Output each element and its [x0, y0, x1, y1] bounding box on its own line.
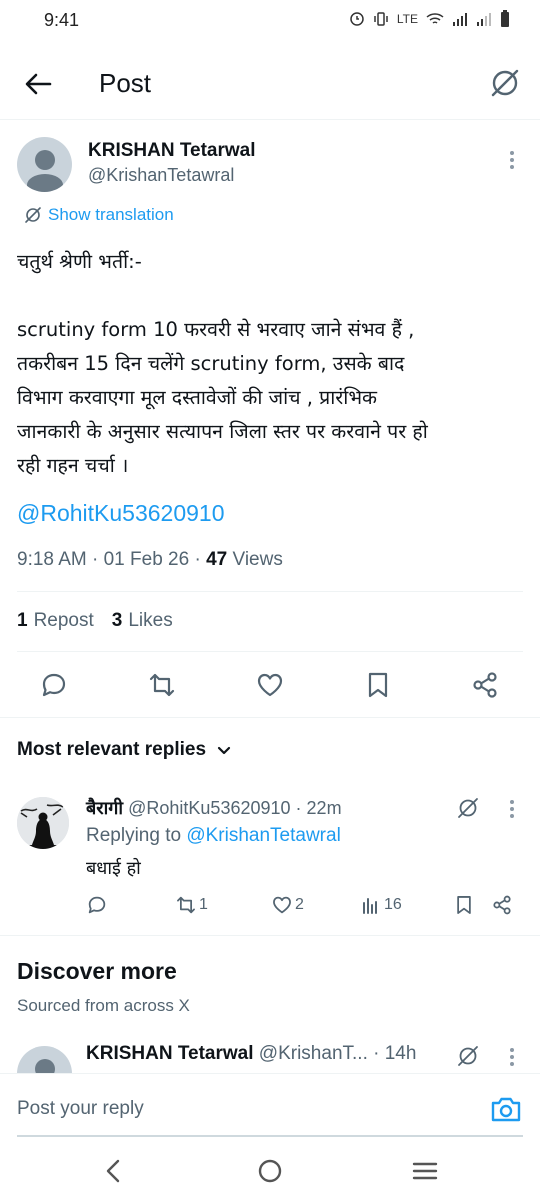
page-title: Post — [99, 68, 152, 98]
author-handle[interactable]: @KrishanTetawral — [88, 165, 234, 186]
like-icon — [273, 896, 291, 914]
app-header: Post — [0, 46, 540, 120]
wifi-icon — [426, 13, 444, 24]
post-line: चतुर्थ श्रेणी भर्ती:- — [17, 250, 142, 273]
next-post-author-handle[interactable]: @KrishanT... — [259, 1043, 368, 1064]
show-translation-label: Show translation — [48, 205, 174, 224]
divider — [17, 651, 523, 652]
author-avatar[interactable] — [17, 137, 72, 192]
discover-subtitle: Sourced from across X — [17, 996, 190, 1015]
signal-icon — [453, 13, 467, 26]
next-post-grok-icon[interactable] — [456, 1044, 480, 1068]
chevron-down-icon — [217, 746, 231, 755]
reply-icon[interactable] — [39, 670, 69, 700]
repost-icon — [177, 896, 195, 914]
post-meta: 9:18 AM · 01 Feb 26 · 47 Views — [17, 549, 283, 570]
reply-age: 22m — [306, 798, 342, 818]
views-count: 47 — [206, 549, 228, 570]
post-more-options-icon[interactable] — [509, 151, 515, 172]
next-post-author-name[interactable]: KRISHAN Tetarwal — [86, 1043, 254, 1064]
post-time: 9:18 AM — [17, 549, 87, 570]
battery-icon — [501, 10, 509, 27]
post-line: जानकारी के अनुसार सत्यापन जिला स्तर पर क… — [17, 420, 428, 443]
replies-sort-dropdown[interactable]: Most relevant replies — [17, 739, 232, 761]
post-line: विभाग करवाएगा मूल दस्तावेजों की जांच , प… — [17, 386, 378, 409]
reply-reply-button[interactable] — [86, 894, 108, 916]
alarm-icon — [350, 12, 364, 26]
reply-repost-button[interactable]: 1 — [175, 894, 208, 916]
back-arrow-icon[interactable] — [22, 68, 54, 100]
reply-grok-icon[interactable] — [456, 796, 480, 820]
likes-count: 3 — [111, 610, 123, 631]
nav-back-icon[interactable] — [98, 1155, 130, 1187]
post-line: scrutiny form 10 फरवरी से भरवाए जाने संभ… — [17, 318, 415, 341]
post-mention-link[interactable]: @RohitKu53620910 — [17, 500, 225, 527]
reposts-stat[interactable]: 1 Repost — [17, 610, 94, 632]
like-icon[interactable] — [255, 670, 285, 700]
nav-home-icon[interactable] — [254, 1155, 286, 1187]
post-line: तकरीबन 15 दिन चलेंगे scrutiny form, उसके… — [17, 352, 405, 375]
next-post-age: 14h — [384, 1043, 417, 1064]
reply-icon — [88, 896, 106, 914]
section-divider — [0, 935, 540, 936]
signal-icon-2 — [477, 13, 491, 26]
replying-prefix: Replying to — [86, 825, 182, 846]
reply-author-name[interactable]: बैरागी — [86, 798, 123, 819]
post-date: 01 Feb 26 — [103, 549, 190, 570]
section-divider — [0, 717, 540, 718]
reply-bookmark-button[interactable] — [453, 894, 475, 916]
camera-icon[interactable] — [490, 1094, 522, 1124]
author-name[interactable]: KRISHAN Tetarwal — [88, 140, 256, 162]
reply-header: बैरागी @RohitKu53620910 · 22m — [86, 798, 342, 819]
reply-action-bar: 1 2 16 — [86, 892, 526, 920]
show-translation-link[interactable]: Show translation — [24, 205, 174, 225]
reposts-count: 1 — [17, 610, 28, 631]
post-stats: 1 Repost 3 Likes — [17, 610, 173, 632]
discover-title: Discover more — [17, 958, 177, 984]
bookmark-icon[interactable] — [363, 670, 393, 700]
next-post-header: KRISHAN Tetarwal @KrishanT... · 14h — [86, 1043, 417, 1064]
status-time: 9:41 — [44, 10, 80, 30]
post-line: रही गहन चर्चा । — [17, 454, 129, 477]
nav-recents-icon[interactable] — [409, 1155, 441, 1187]
reply-more-options-icon[interactable] — [509, 800, 515, 821]
post-text: चतुर्थ श्रेणी भर्ती:- scrutiny form 10 फ… — [17, 245, 527, 483]
network-type-label: LTE — [396, 12, 418, 26]
reply-input-underline — [17, 1135, 523, 1137]
likes-stat[interactable]: 3 Likes — [112, 610, 173, 632]
likes-label: Likes — [128, 610, 173, 631]
divider — [17, 591, 523, 592]
replying-to-line: Replying to @KrishanTetawral — [86, 825, 341, 847]
post-action-bar — [0, 664, 540, 708]
system-nav-bar — [0, 1143, 540, 1200]
status-bar: 9:41 LTE — [0, 0, 540, 44]
reply-composer-bar — [0, 1073, 540, 1143]
grok-icon[interactable] — [488, 66, 522, 100]
reply-author-handle[interactable]: @RohitKu53620910 — [128, 798, 290, 818]
reply-share-button[interactable] — [491, 894, 513, 916]
reply-views-button[interactable]: 16 — [360, 894, 402, 916]
vibrate-icon — [374, 12, 388, 26]
share-icon — [493, 895, 511, 915]
bookmark-icon — [457, 896, 471, 914]
next-post-more-options-icon[interactable] — [509, 1048, 515, 1069]
repost-icon[interactable] — [147, 670, 177, 700]
reply-avatar-image — [17, 797, 69, 849]
reply-avatar[interactable] — [17, 797, 69, 849]
reply-text: बधाई हो — [86, 858, 141, 879]
views-label: Views — [232, 549, 283, 570]
share-icon[interactable] — [470, 670, 500, 700]
reply-views-count: 16 — [384, 896, 402, 913]
reply-like-button[interactable]: 2 — [271, 894, 304, 916]
views-icon — [363, 898, 377, 914]
replying-to-link[interactable]: @KrishanTetawral — [186, 825, 340, 846]
translate-icon — [25, 207, 41, 223]
reposts-label: Repost — [33, 610, 94, 631]
reply-input[interactable] — [17, 1098, 457, 1120]
reply-repost-count: 1 — [199, 896, 208, 913]
reply-like-count: 2 — [295, 896, 304, 913]
status-icons: LTE — [349, 10, 510, 28]
replies-sort-label: Most relevant replies — [17, 739, 207, 760]
